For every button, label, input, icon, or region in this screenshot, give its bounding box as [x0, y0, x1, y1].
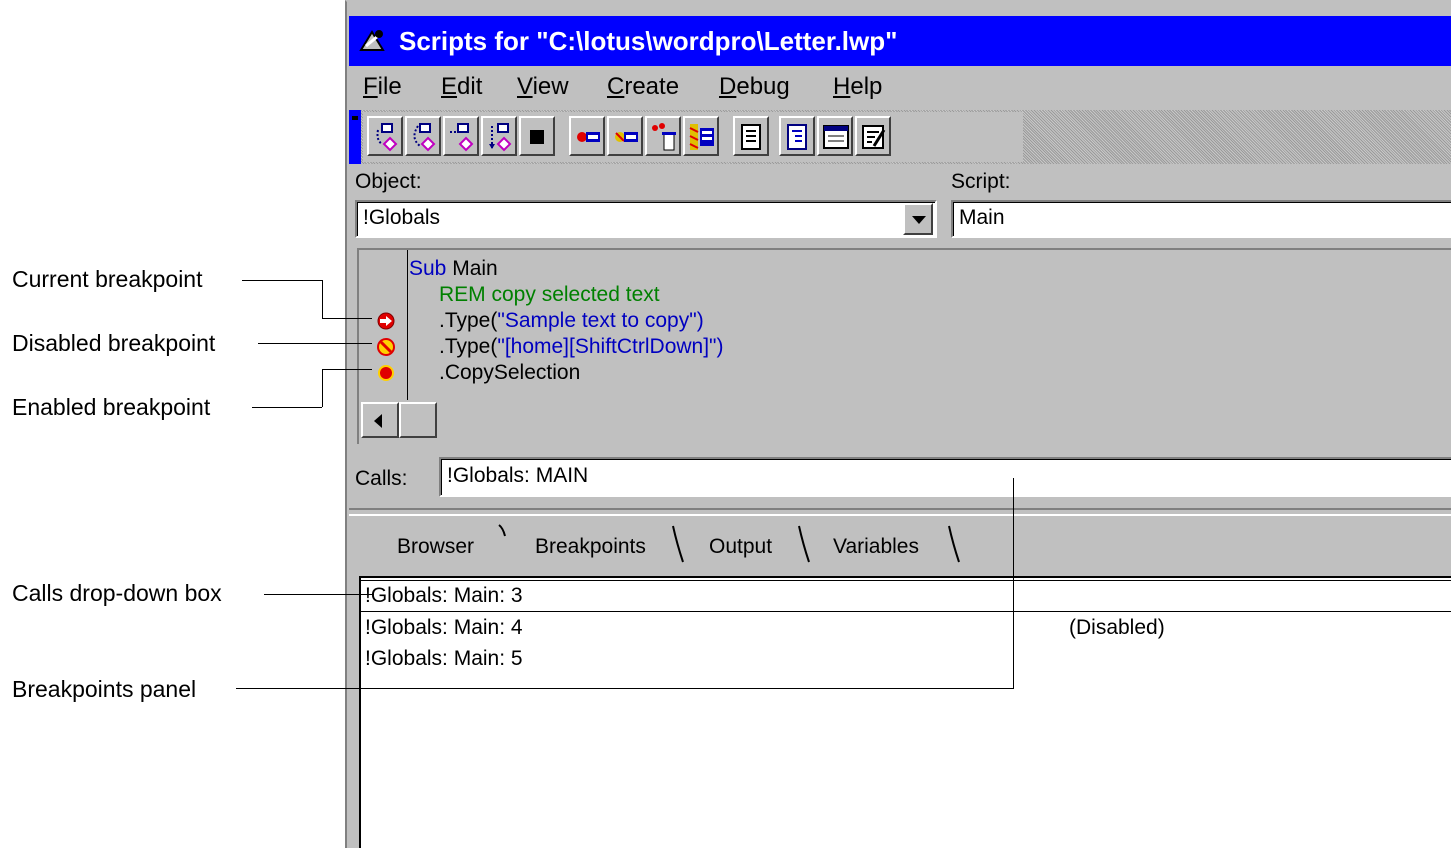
browser-button[interactable] [733, 116, 769, 156]
code-line-2: REM copy selected text [439, 283, 660, 306]
tab-divider [672, 525, 684, 563]
menu-view[interactable]: View [517, 73, 569, 101]
stop-icon [530, 130, 544, 144]
disabled-breakpoint-icon[interactable] [377, 338, 395, 356]
toolbar-grip[interactable] [349, 110, 361, 164]
code-line-4: .Type("[home][ShiftCtrlDown]") [439, 335, 724, 358]
leader-line [322, 318, 372, 319]
code-line-3: .Type("Sample text to copy") [439, 309, 704, 332]
object-label: Object: [355, 170, 422, 193]
tab-variables[interactable]: Variables [833, 535, 919, 559]
code-line-5: .CopySelection [439, 361, 581, 384]
breakpoint-location: !Globals: Main: 3 [365, 584, 523, 607]
leader-line [236, 688, 1014, 689]
current-breakpoint-icon[interactable] [377, 312, 395, 330]
calls-label: Calls: [355, 467, 408, 490]
toolbar [349, 110, 1451, 164]
callout-current-breakpoint: Current breakpoint [12, 266, 203, 292]
outline-icon [787, 124, 807, 150]
list-item[interactable]: !Globals: Main: 5 [365, 647, 523, 671]
step-over-button[interactable] [405, 116, 441, 156]
stop-button[interactable] [519, 116, 555, 156]
leader-line [1013, 478, 1014, 688]
menu-edit[interactable]: Edit [441, 73, 482, 101]
leader-line [258, 343, 372, 344]
window-button[interactable] [817, 116, 853, 156]
arrow-left-icon [374, 414, 382, 428]
notes-button[interactable] [855, 116, 891, 156]
menu-help[interactable]: Help [833, 73, 882, 101]
callout-calls-dropdown: Calls drop-down box [12, 580, 222, 606]
step-exit-icon [450, 123, 474, 152]
step-exit-button[interactable] [443, 116, 479, 156]
object-dropdown-button[interactable] [903, 203, 933, 235]
callout-disabled-breakpoint: Disabled breakpoint [12, 330, 216, 356]
leader-line [322, 369, 372, 370]
menu-bar: File Edit View Create Debug Help [349, 66, 1451, 110]
toggle-breakpoint-button[interactable] [607, 116, 643, 156]
pane-splitter[interactable] [349, 508, 1451, 516]
window-icon [823, 125, 849, 149]
breakpoint-location: !Globals: Main: 5 [365, 647, 523, 670]
leader-line [322, 369, 323, 407]
code-line-1: Sub Main [409, 257, 498, 280]
title-bar[interactable]: Scripts for "C:\lotus\wordpro\Letter.lwp… [349, 16, 1451, 66]
breakpoints-list-button[interactable] [683, 116, 719, 156]
tab-divider [798, 525, 810, 563]
leader-line [242, 280, 322, 281]
enabled-breakpoint-icon[interactable] [377, 364, 395, 382]
run-to-cursor-icon [489, 123, 512, 152]
callout-breakpoints-panel: Breakpoints panel [12, 676, 197, 702]
breakpoint-location: !Globals: Main: 4 [365, 616, 523, 639]
list-item[interactable]: !Globals: Main: 4 (Disabled) [365, 616, 1445, 640]
breakpoint-status: (Disabled) [1069, 616, 1165, 639]
clear-breakpoints-icon [652, 123, 676, 151]
script-editor[interactable]: Sub Main REM copy selected text .Type("S… [357, 248, 1451, 444]
tab-divider [498, 524, 506, 537]
menu-file[interactable]: File [363, 73, 402, 101]
leader-line [264, 594, 374, 595]
tab-browser[interactable]: Browser [397, 535, 474, 559]
chevron-down-icon [912, 216, 926, 224]
set-breakpoint-icon [577, 132, 600, 142]
callout-enabled-breakpoint: Enabled breakpoint [12, 394, 211, 420]
scroll-left-button[interactable] [361, 402, 399, 438]
leader-line [252, 407, 322, 408]
breakpoint-gutter-divider [407, 250, 408, 400]
list-item[interactable]: !Globals: Main: 3 [361, 580, 1451, 612]
step-into-button[interactable] [367, 116, 403, 156]
clear-breakpoints-button[interactable] [645, 116, 681, 156]
tab-breakpoints[interactable]: Breakpoints [535, 535, 646, 559]
window-title: Scripts for "C:\lotus\wordpro\Letter.lwp… [399, 26, 898, 56]
browser-icon [741, 124, 761, 150]
scripts-window: Scripts for "C:\lotus\wordpro\Letter.lwp… [345, 0, 1451, 848]
outline-button[interactable] [779, 116, 815, 156]
run-to-cursor-button[interactable] [481, 116, 517, 156]
menu-create[interactable]: Create [607, 73, 679, 101]
notes-icon [862, 125, 886, 149]
toggle-breakpoint-icon [615, 132, 638, 142]
step-into-icon [376, 123, 398, 152]
script-label: Script: [951, 170, 1011, 193]
scripts-app-icon [359, 30, 385, 51]
tab-divider [948, 525, 960, 563]
step-over-icon [413, 123, 436, 152]
set-breakpoint-button[interactable] [569, 116, 605, 156]
breakpoints-panel: !Globals: Main: 3 !Globals: Main: 4 (Dis… [359, 576, 1451, 848]
tab-output[interactable]: Output [709, 535, 772, 559]
leader-line [322, 280, 323, 318]
calls-dropdown[interactable]: !Globals: MAIN [439, 457, 1451, 497]
breakpoints-list-icon [689, 124, 714, 150]
object-dropdown[interactable]: !Globals [355, 200, 937, 238]
menu-debug[interactable]: Debug [719, 73, 790, 101]
script-dropdown[interactable]: Main [951, 200, 1451, 238]
scroll-track[interactable] [399, 402, 437, 438]
